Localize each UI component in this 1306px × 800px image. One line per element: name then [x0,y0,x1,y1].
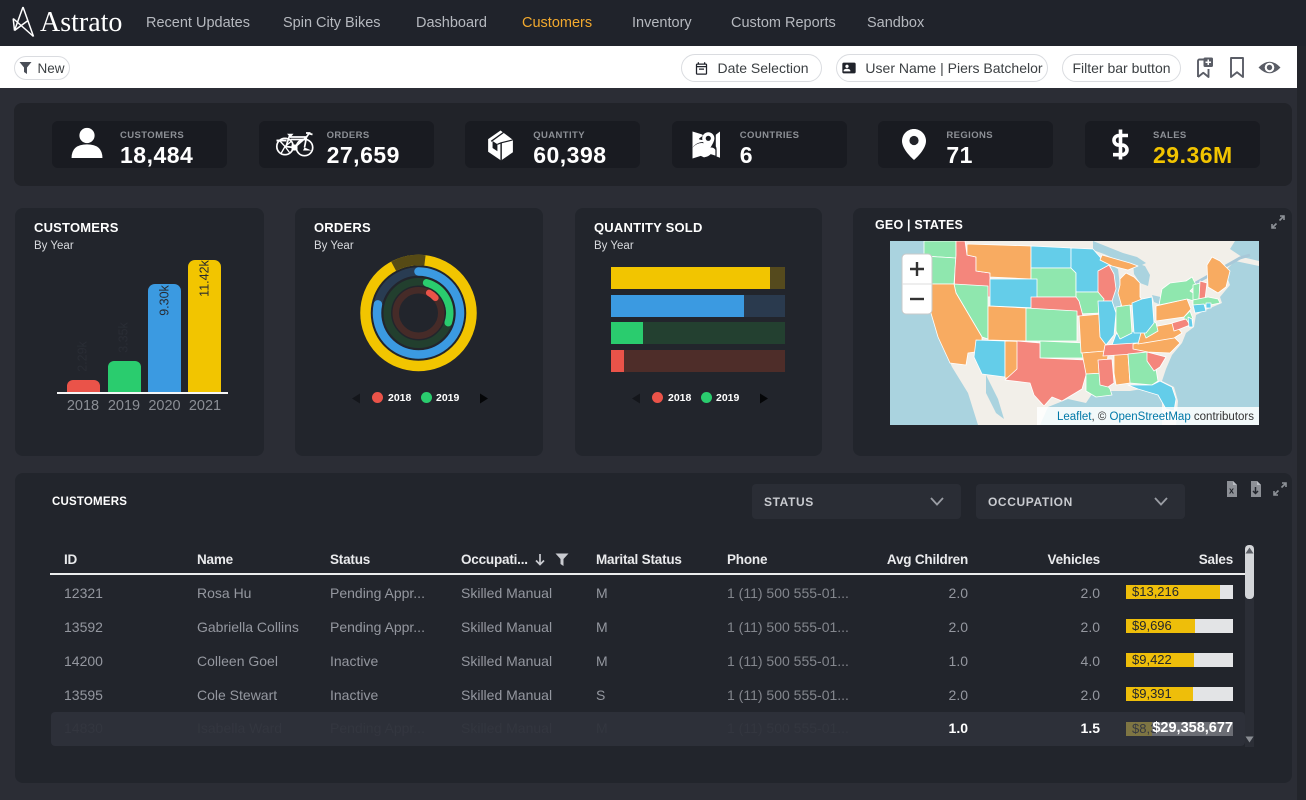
svg-text:x: x [1229,486,1234,496]
svg-text:Leaflet, © OpenStreetMap contr: Leaflet, © OpenStreetMap contributors [1057,411,1254,423]
